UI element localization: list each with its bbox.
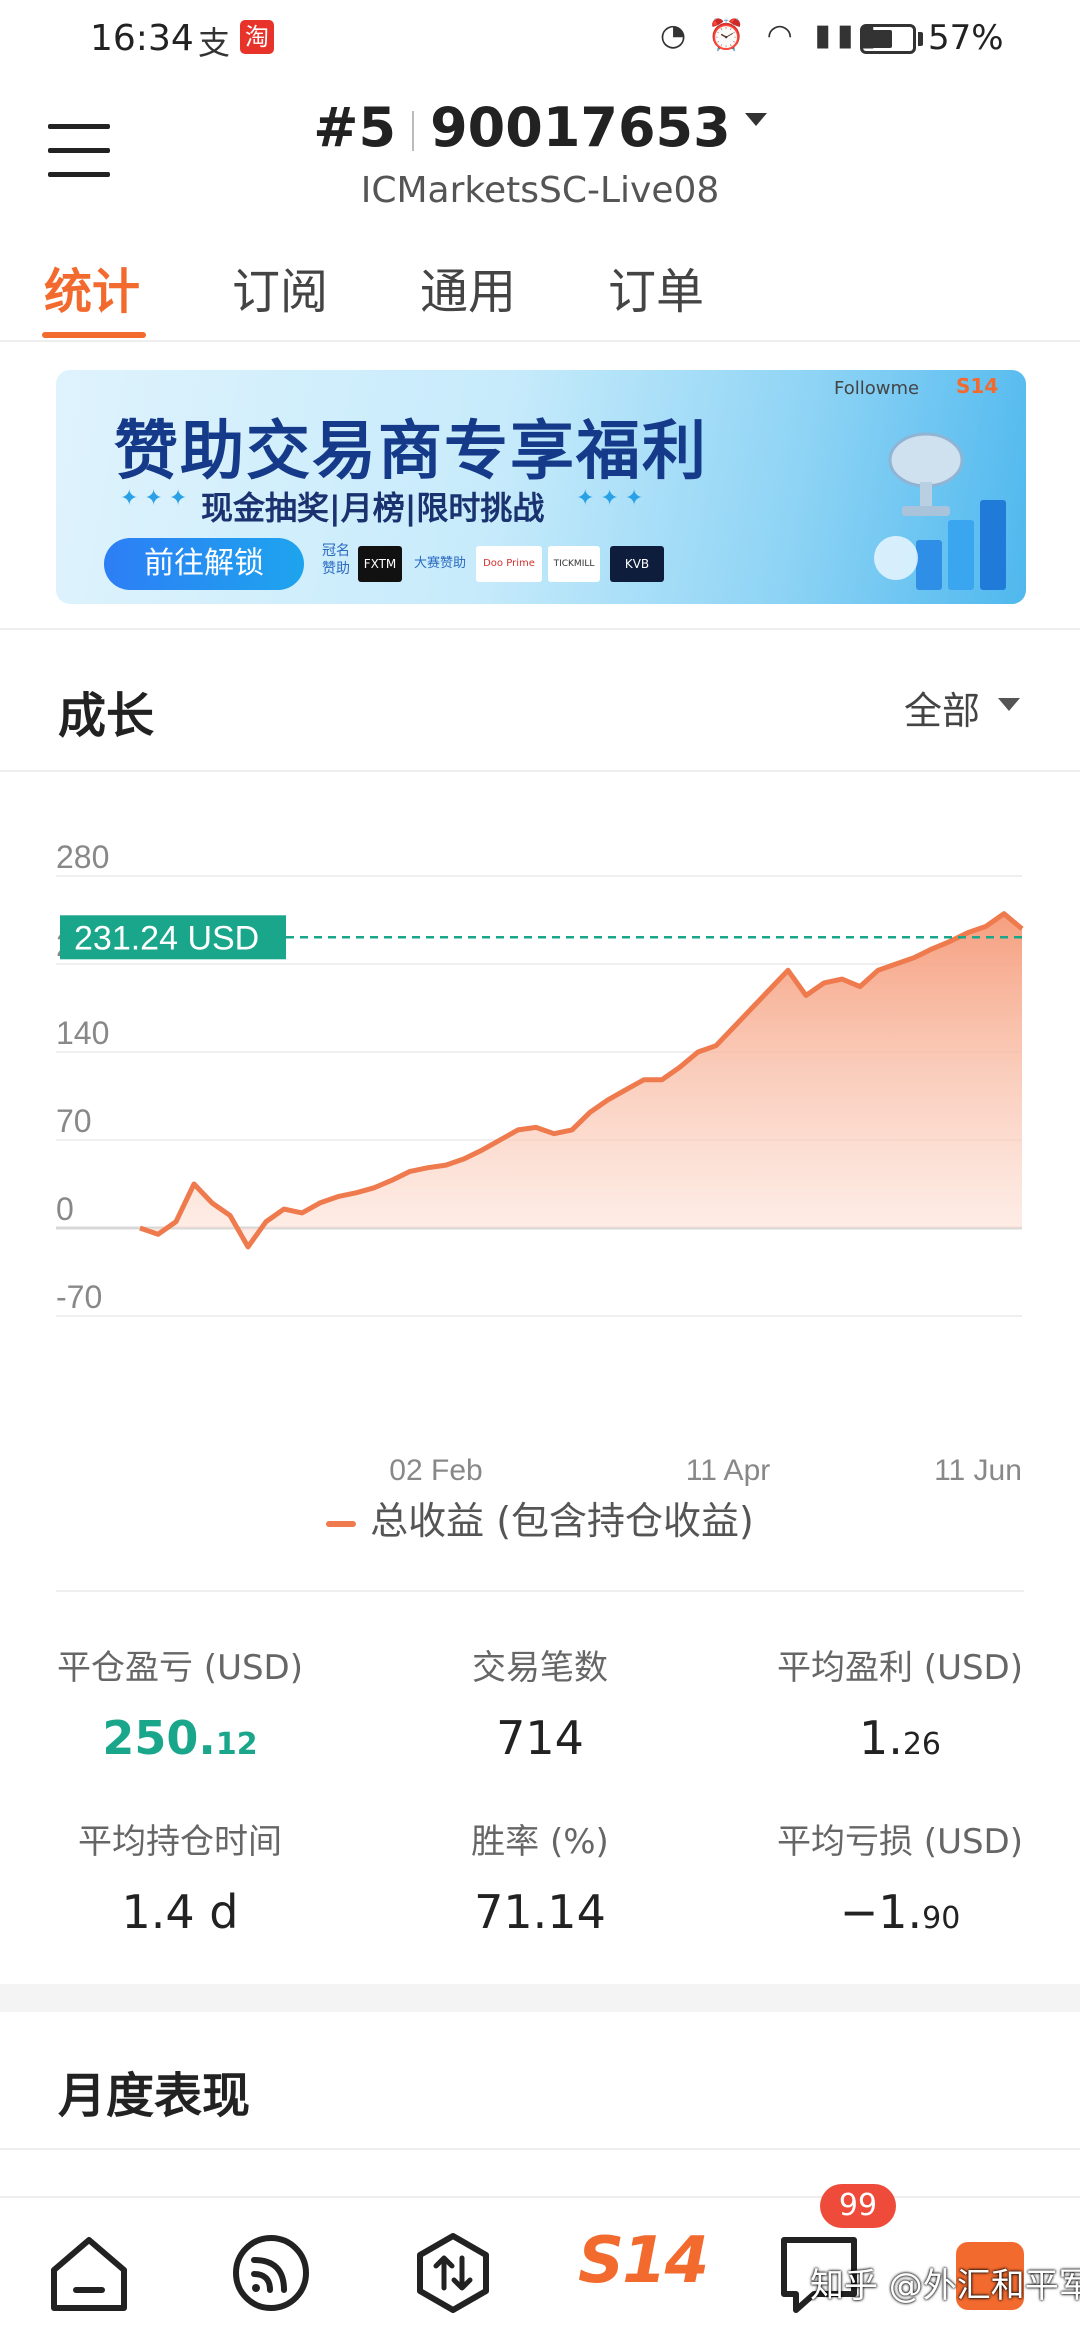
- chart-legend: 总收益 (包含持仓收益): [0, 1490, 1080, 1545]
- feed-icon[interactable]: [226, 2228, 316, 2318]
- stat-value: 1.4 d: [121, 1885, 239, 1939]
- app-header: #5 90017653 ICMarketsSC-Live08: [0, 84, 1080, 214]
- stat-avg-loss: 平均亏损 (USD) −1.90: [730, 1814, 1070, 1939]
- status-icons: ◔ ⏰ ◠ ▮▮▮: [660, 18, 882, 53]
- event-sponsor-label: 大赛赞助: [413, 556, 466, 571]
- trade-icon[interactable]: [408, 2228, 498, 2318]
- tab-active-indicator: [42, 332, 146, 338]
- x-tick-label: 11 Jun: [934, 1454, 1022, 1487]
- tab-subscribe[interactable]: 订阅: [232, 252, 328, 322]
- rank-label: #5: [313, 96, 397, 159]
- account-selector[interactable]: #5 90017653: [0, 96, 1080, 159]
- current-value-label: 231.24 USD: [74, 919, 259, 957]
- stat-win-rate: 胜率 (%) 71.14: [370, 1814, 710, 1939]
- chevron-down-icon[interactable]: [998, 698, 1020, 711]
- watermark: 知乎 @外汇和平军: [810, 2266, 1080, 2306]
- stat-label: 平均盈利 (USD): [777, 1648, 1023, 1688]
- chart-x-axis: 02 Feb 11 Apr 11 Jun: [389, 1454, 1022, 1487]
- y-tick-label: 140: [56, 1015, 109, 1051]
- tickmill-logo: TICKMILL: [548, 546, 600, 582]
- range-filter[interactable]: 全部: [904, 680, 980, 735]
- tab-stats[interactable]: 统计: [44, 252, 140, 322]
- stat-label: 平均持仓时间: [78, 1822, 282, 1862]
- growth-header: 成长 全部: [0, 636, 1080, 772]
- legend-label: 总收益 (包含持仓收益): [370, 1499, 754, 1543]
- stat-value: 1.26: [858, 1711, 942, 1765]
- section-gap: [0, 1984, 1080, 2012]
- stat-label: 胜率 (%): [471, 1822, 609, 1862]
- chevron-down-icon: [744, 112, 767, 126]
- growth-title: 成长: [58, 688, 155, 744]
- messages-badge: 99: [820, 2184, 896, 2228]
- legend-swatch: [326, 1520, 357, 1527]
- fxtm-logo: FXTM: [358, 546, 402, 582]
- stat-closed-pnl: 平仓盈亏 (USD) 250.12: [10, 1640, 350, 1765]
- tab-bar: 统计 订阅 通用 订单: [0, 244, 1080, 342]
- stat-label: 平仓盈亏 (USD): [57, 1648, 303, 1688]
- tab-orders[interactable]: 订单: [608, 252, 704, 322]
- home-icon[interactable]: [44, 2228, 134, 2318]
- banner-subtitle: 现金抽奖|月榜|限时挑战: [201, 489, 545, 527]
- s14-tab[interactable]: S14: [578, 2224, 709, 2298]
- x-tick-label: 02 Feb: [389, 1454, 482, 1487]
- section-divider: [56, 1590, 1024, 1592]
- y-tick-label: 280: [56, 839, 109, 875]
- stat-value: −1.90: [839, 1885, 961, 1939]
- stat-avg-holding: 平均持仓时间 1.4 d: [10, 1814, 350, 1939]
- battery-tip: [918, 32, 923, 46]
- sparkle-icon: ✦✦✦: [120, 486, 194, 511]
- stat-label: 交易笔数: [472, 1648, 608, 1688]
- section-divider: [0, 770, 1080, 772]
- y-tick-label: -70: [56, 1279, 102, 1315]
- s14-logo: S14: [956, 374, 999, 398]
- status-bar: 16:34 支 淘 ◔ ⏰ ◠ ▮▮▮ 57%: [0, 0, 1080, 84]
- chart-y-axis: 280210140700-70: [56, 839, 109, 1315]
- stat-label: 平均亏损 (USD): [777, 1822, 1023, 1862]
- stat-value: 714: [496, 1711, 584, 1765]
- followme-logo: Followme: [834, 378, 920, 399]
- tab-general[interactable]: 通用: [420, 252, 516, 322]
- alipay-icon: 支: [198, 24, 231, 62]
- promo-banner[interactable]: Followme S14 赞助交易商专享福利 ✦✦✦ 现金抽奖|月榜|限时挑战 …: [56, 370, 1026, 604]
- banner-title: 赞助交易商专享福利: [114, 415, 708, 489]
- y-tick-label: 0: [56, 1191, 74, 1227]
- y-tick-label: 70: [56, 1103, 92, 1139]
- taobao-icon: 淘: [240, 20, 274, 54]
- battery-icon: [860, 24, 916, 54]
- stat-trade-count: 交易笔数 714: [370, 1640, 710, 1765]
- x-tick-label: 11 Apr: [686, 1454, 771, 1487]
- section-divider: [0, 2148, 1080, 2150]
- account-number: 90017653: [430, 96, 731, 159]
- sparkle-icon: ✦✦✦: [576, 486, 650, 511]
- battery-percent: 57%: [928, 18, 1004, 58]
- kvb-logo: KVB: [610, 546, 664, 582]
- status-time: 16:34: [90, 18, 194, 59]
- stat-value: 71.14: [474, 1885, 606, 1939]
- server-name: ICMarketsSC-Live08: [360, 170, 720, 211]
- stat-avg-profit: 平均盈利 (USD) 1.26: [730, 1640, 1070, 1765]
- stat-value: 250.12: [102, 1711, 258, 1765]
- trophy-icon: [874, 432, 1006, 590]
- section-divider: [0, 628, 1080, 630]
- bottom-nav: S14 99 知乎 @外汇和平军: [0, 2184, 1080, 2340]
- monthly-title: 月度表现: [58, 2068, 251, 2124]
- growth-chart[interactable]: 280210140700-70 02 Feb11 Apr11 Jun 231.2…: [0, 790, 1080, 1570]
- unlock-button[interactable]: 前往解锁: [104, 538, 304, 590]
- dooprime-logo: Doo Prime: [476, 546, 542, 582]
- sponsor-label: 冠名赞助: [322, 543, 350, 577]
